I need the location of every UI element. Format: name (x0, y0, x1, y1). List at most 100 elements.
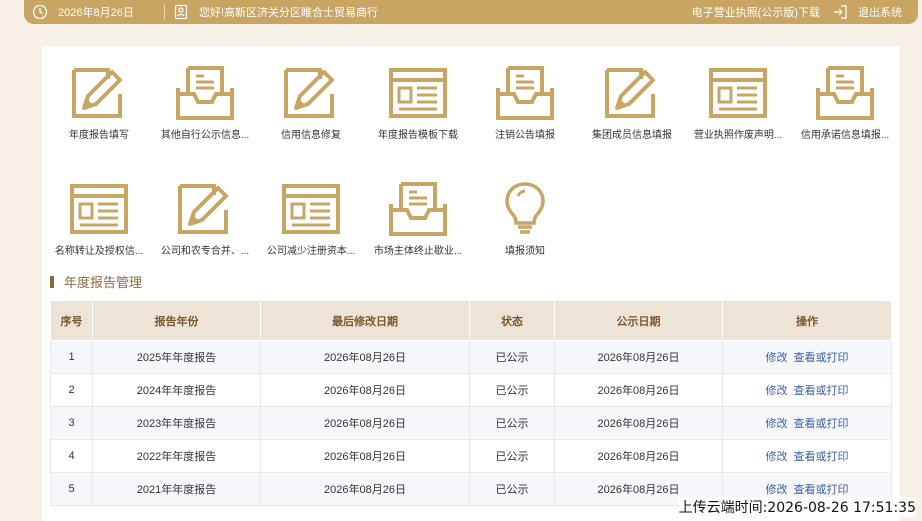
cell-published: 2026年08月26日 (554, 406, 723, 440)
cell-actions: 修改 查看或打印 (722, 373, 892, 407)
cell-status: 已公示 (469, 373, 555, 407)
cell-year: 2023年年度报告 (92, 406, 261, 440)
table-row: 3 2023年年度报告 2026年08月26日 已公示 2026年08月26日 修改 查看或… (50, 406, 892, 440)
col-no: 序号 (50, 300, 93, 341)
tile-item[interactable]: 集团成员信息填报 (579, 64, 685, 141)
tile-label: 公司减少注册资本... (266, 246, 356, 257)
tile-item[interactable]: 公司和农专合并、... (152, 180, 258, 257)
cell-modified: 2026年08月26日 (260, 406, 470, 440)
top-bar: 2026年8月26日 您好!高新区济关分区睢合士贸易商行 电子营业执照(公示版)… (24, 0, 918, 24)
section-title: 年度报告管理 (64, 275, 143, 290)
edit-link[interactable]: 修改 (766, 385, 788, 397)
tile-label: 年度报告填写 (69, 130, 129, 141)
cell-published: 2026年08月26日 (554, 373, 723, 407)
tile-item[interactable]: 注销公告填报 (472, 64, 578, 141)
exit-icon (832, 4, 848, 20)
table-row: 4 2022年年度报告 2026年08月26日 已公示 2026年08月26日 修改 查看或… (50, 439, 892, 473)
form-template-icon (280, 180, 342, 238)
cell-year: 2025年年度报告 (92, 340, 261, 374)
table-row: 1 2025年年度报告 2026年08月26日 已公示 2026年08月26日 修改 查看或… (50, 340, 892, 374)
user-icon (173, 4, 189, 20)
tile-item[interactable]: 年度报告填写 (46, 64, 152, 141)
cell-no: 4 (50, 439, 93, 473)
cell-modified: 2026年08月26日 (260, 340, 470, 374)
col-actions: 操作 (722, 300, 892, 341)
logout-label: 退出系统 (858, 7, 902, 19)
inbox-tray-icon (494, 64, 556, 122)
view-print-link[interactable]: 查看或打印 (794, 385, 849, 397)
table-row: 2 2024年年度报告 2026年08月26日 已公示 2026年08月26日 修改 查看或… (50, 373, 892, 407)
pencil-document-icon (68, 64, 130, 122)
lightbulb-icon (494, 180, 556, 238)
tile-item[interactable]: 营业执照作废声明... (685, 64, 791, 141)
pencil-document-icon (280, 64, 342, 122)
divider (164, 4, 165, 20)
cell-status: 已公示 (469, 439, 555, 473)
inbox-tray-icon (814, 64, 876, 122)
tile-label: 公司和农专合并、... (160, 246, 250, 257)
tile-label: 集团成员信息填报 (592, 130, 672, 141)
col-status: 状态 (469, 300, 555, 341)
cell-year: 2024年年度报告 (92, 373, 261, 407)
current-date: 2026年8月26日 (58, 7, 134, 19)
edit-link[interactable]: 修改 (766, 352, 788, 364)
form-template-icon (707, 64, 769, 122)
cell-actions: 修改 查看或打印 (722, 340, 892, 374)
cell-modified: 2026年08月26日 (260, 373, 470, 407)
upload-timestamp: 上传云端时间:2026-08-26 17:51:35 (678, 497, 916, 517)
view-print-link[interactable]: 查看或打印 (794, 418, 849, 430)
tile-label: 名称转让及授权信... (54, 246, 144, 257)
cell-no: 2 (50, 373, 93, 407)
date-area: 2026年8月26日 (32, 4, 164, 20)
cell-status: 已公示 (469, 340, 555, 374)
cell-no: 3 (50, 406, 93, 440)
tile-label: 年度报告模板下载 (378, 130, 458, 141)
clock-icon (32, 4, 48, 20)
cell-status: 已公示 (469, 472, 555, 506)
license-download-link[interactable]: 电子营业执照(公示版)下载 (692, 4, 820, 20)
logout-button[interactable]: 退出系统 (832, 4, 902, 20)
tile-label: 注销公告填报 (495, 130, 555, 141)
cell-modified: 2026年08月26日 (260, 439, 470, 473)
inbox-tray-icon (387, 180, 449, 238)
top-right-actions: 电子营业执照(公示版)下载 退出系统 (692, 4, 902, 20)
edit-link[interactable]: 修改 (766, 451, 788, 463)
cell-actions: 修改 查看或打印 (722, 439, 892, 473)
tile-label: 其他自行公示信息... (160, 130, 250, 141)
tile-item[interactable]: 公司减少注册资本... (258, 180, 364, 257)
tile-item[interactable]: 信用信息修复 (258, 64, 364, 141)
cell-actions: 修改 查看或打印 (722, 406, 892, 440)
tile-label: 填报须知 (505, 246, 545, 257)
greeting-area: 您好!高新区济关分区睢合士贸易商行 (173, 4, 378, 20)
form-template-icon (387, 64, 449, 122)
view-print-link[interactable]: 查看或打印 (794, 352, 849, 364)
tile-item[interactable]: 信用承诺信息填报... (792, 64, 898, 141)
inbox-tray-icon (174, 64, 236, 122)
cell-no: 5 (50, 472, 93, 506)
tile-item[interactable]: 年度报告模板下载 (365, 64, 471, 141)
section-header: 年度报告管理 (50, 272, 142, 291)
tile-item[interactable]: 其他自行公示信息... (152, 64, 258, 141)
table-header-row: 序号 报告年份 最后修改日期 状态 公示日期 操作 (50, 300, 892, 341)
tile-item[interactable]: 名称转让及授权信... (46, 180, 152, 257)
cell-published: 2026年08月26日 (554, 340, 723, 374)
cell-no: 1 (50, 340, 93, 374)
view-print-link[interactable]: 查看或打印 (794, 451, 849, 463)
cell-year: 2021年年度报告 (92, 472, 261, 506)
col-year: 报告年份 (92, 300, 261, 341)
tile-label: 市场主体终止歇业... (373, 246, 463, 257)
edit-link[interactable]: 修改 (766, 418, 788, 430)
tile-label: 信用承诺信息填报... (800, 130, 890, 141)
col-modified: 最后修改日期 (260, 300, 470, 341)
annual-report-table: 序号 报告年份 最后修改日期 状态 公示日期 操作 1 2025年年度报告 2026… (50, 300, 892, 506)
edit-link[interactable]: 修改 (766, 484, 788, 496)
cell-year: 2022年年度报告 (92, 439, 261, 473)
tile-label: 营业执照作废声明... (693, 130, 783, 141)
pencil-document-icon (601, 64, 663, 122)
tile-item[interactable]: 填报须知 (472, 180, 578, 257)
tile-item[interactable]: 市场主体终止歇业... (365, 180, 471, 257)
main-panel: 年度报告填写 其他自行公示信息... 信用信息修复 年度报告模板下载 注销公告填报 集团成… (42, 46, 900, 521)
cell-status: 已公示 (469, 406, 555, 440)
view-print-link[interactable]: 查看或打印 (794, 484, 849, 496)
pencil-document-icon (174, 180, 236, 238)
